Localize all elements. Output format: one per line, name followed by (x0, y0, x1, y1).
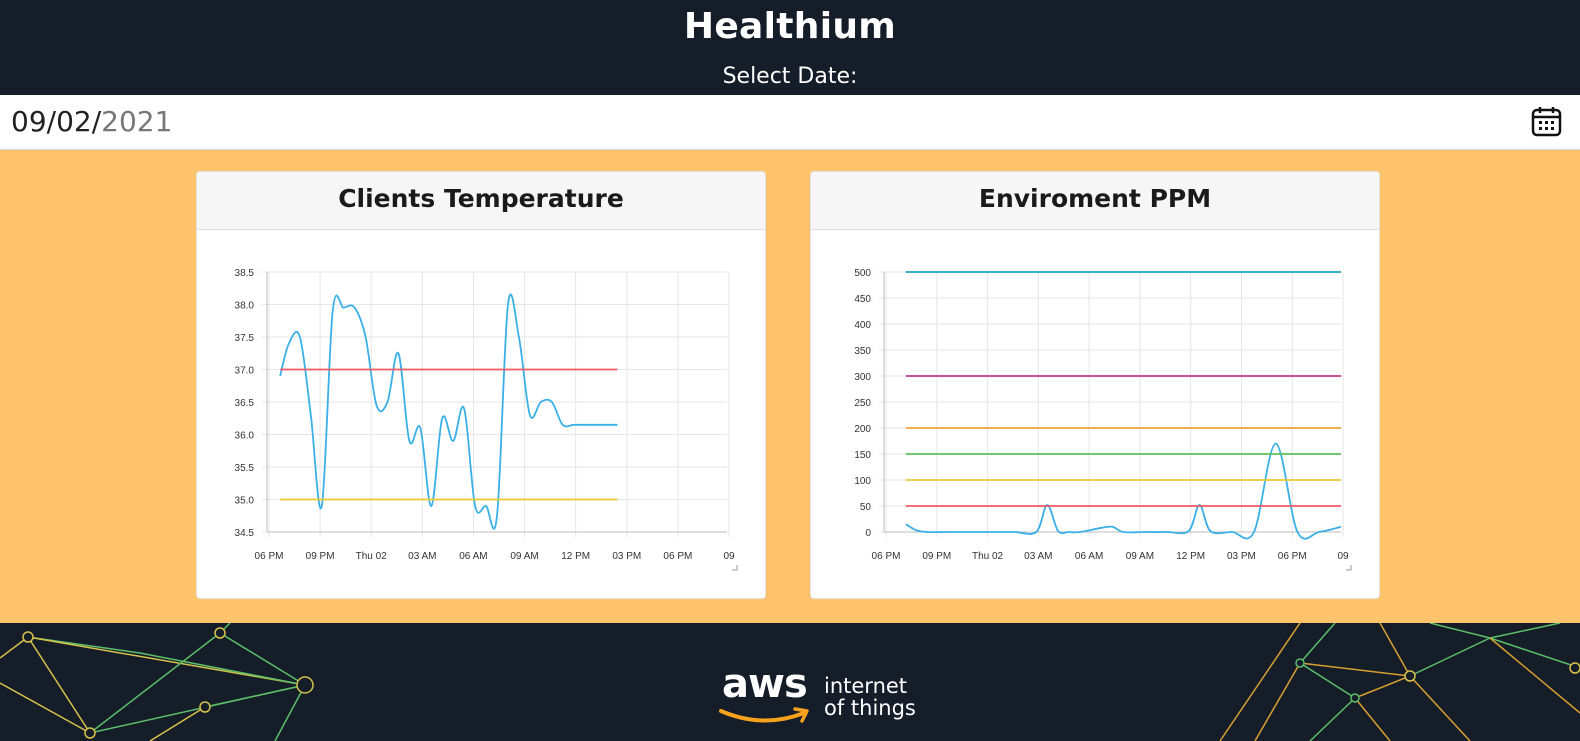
y-tick-label: 38.5 (235, 268, 255, 279)
x-tick-label: 06 AM (1075, 551, 1103, 562)
y-tick-label: 38.0 (235, 301, 255, 312)
ppm-chart: 06 PM 09 PM Thu 02 03 AM 06 AM 09 AM 12 PM 03 P… (854, 268, 1352, 571)
select-date-label: Select Date: (722, 64, 858, 89)
date-input[interactable]: 09/02/2021 (11, 105, 172, 138)
measurement-series-line (279, 293, 618, 530)
ppm-card: Enviroment PPM 06 PM 09 PM Thu 02 03 AM 06 A… (810, 171, 1380, 599)
x-tick-label: 03 AM (408, 551, 436, 562)
y-tick-label: 37.0 (235, 366, 255, 377)
x-tick-label: 06 PM (255, 551, 284, 562)
footer: aws internet of things (0, 623, 1580, 741)
iot-text-line2: of things (824, 696, 916, 720)
x-tick-label: 06 PM (872, 551, 901, 562)
y-tick-label: 500 (854, 268, 871, 279)
x-tick-label: 03 AM (1024, 551, 1052, 562)
x-tick-label: 12 PM (1176, 551, 1205, 562)
aws-smile-arrow-icon (719, 707, 809, 723)
y-tick-label: 150 (854, 450, 871, 461)
y-tick-label: 400 (854, 320, 871, 331)
measurement-series-line (905, 442, 1342, 540)
y-tick-label: 34.5 (235, 528, 255, 539)
x-tick-label: 09 PM (922, 551, 951, 562)
resize-handle-icon (732, 565, 738, 571)
x-tick-label: 06 PM (663, 551, 692, 562)
y-tick-label: 450 (854, 294, 871, 305)
y-tick-label: 0 (865, 528, 871, 539)
ppm-card-title: Enviroment PPM (811, 172, 1379, 230)
x-tick-label: 06 AM (459, 551, 487, 562)
y-tick-label: 36.0 (235, 431, 255, 442)
temperature-card: Clients Temperature 06 PM 09 PM Thu 02 03 A… (196, 171, 766, 599)
resize-handle-icon (1346, 565, 1352, 571)
y-tick-label: 35.0 (235, 496, 255, 507)
y-tick-label: 300 (854, 372, 871, 383)
x-tick-label: 03 PM (1227, 551, 1256, 562)
y-tick-label: 36.5 (235, 398, 255, 409)
y-tick-label: 35.5 (235, 463, 255, 474)
app-title: Healthium (683, 6, 897, 47)
x-tick-label: 09 AM (510, 551, 538, 562)
y-tick-label: 200 (854, 424, 871, 435)
app-header: Healthium Select Date: (0, 0, 1580, 95)
date-year: 2021 (101, 105, 173, 138)
calendar-icon[interactable] (1531, 106, 1562, 137)
y-tick-label: 250 (854, 398, 871, 409)
x-tick-label: 06 PM (1278, 551, 1307, 562)
x-tick-label: 12 PM (561, 551, 590, 562)
date-month-day: 09/02/ (11, 105, 102, 138)
x-tick-label: Thu 02 (356, 551, 388, 562)
x-tick-label: 09 AM (1126, 551, 1154, 562)
temperature-chart: 06 PM 09 PM Thu 02 03 AM 06 AM 09 AM 12 PM 03 P… (235, 268, 738, 571)
y-tick-label: 50 (860, 502, 872, 513)
aws-logo: aws (722, 661, 808, 707)
y-tick-label: 100 (854, 476, 871, 487)
iot-text-line1: internet (824, 674, 908, 698)
date-picker-bar[interactable]: 09/02/2021 (0, 95, 1580, 150)
x-tick-label: 09 PM (306, 551, 335, 562)
x-tick-label: Thu 02 (972, 551, 1004, 562)
x-tick-label: 09 (1337, 551, 1349, 562)
temperature-card-title: Clients Temperature (197, 172, 765, 230)
y-tick-label: 37.5 (235, 333, 255, 344)
x-tick-label: 09 (723, 551, 735, 562)
y-tick-label: 350 (854, 346, 871, 357)
x-tick-label: 03 PM (612, 551, 641, 562)
